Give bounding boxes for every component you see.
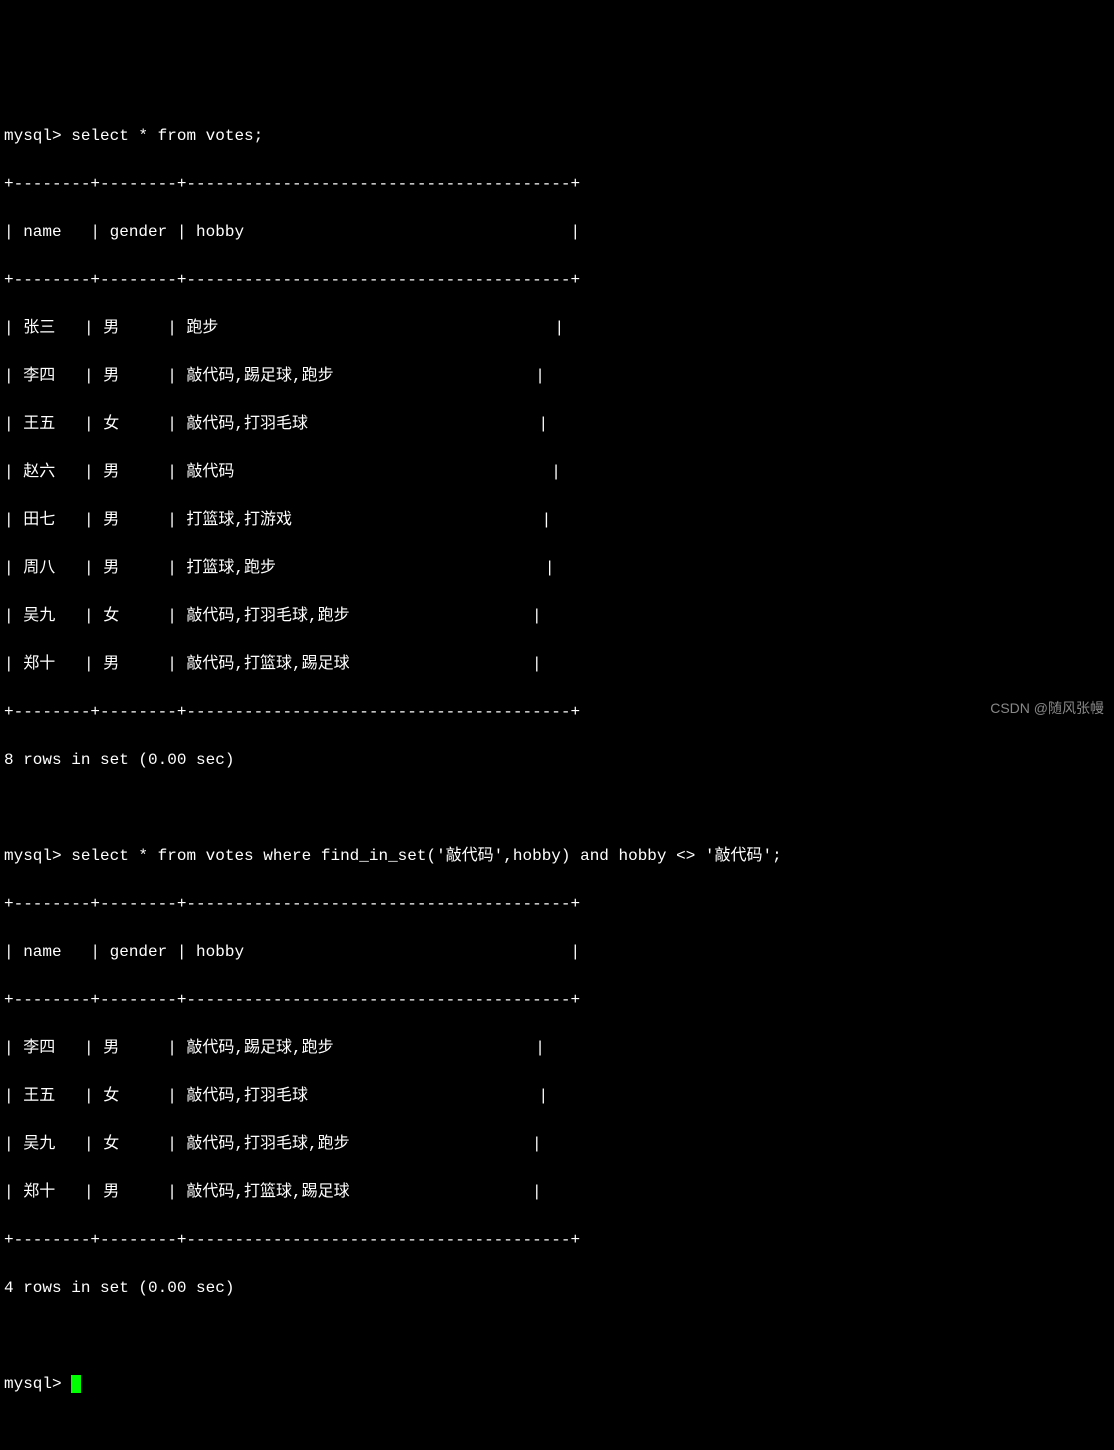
result-status-1: 8 rows in set (0.00 sec) bbox=[4, 748, 1110, 772]
table-separator: +--------+--------+---------------------… bbox=[4, 988, 1110, 1012]
table-row: | 吴九 | 女 | 敲代码,打羽毛球,跑步 | bbox=[4, 1132, 1110, 1156]
active-prompt-line[interactable]: mysql> bbox=[4, 1372, 1110, 1396]
table-row: | 郑十 | 男 | 敲代码,打篮球,踢足球 | bbox=[4, 652, 1110, 676]
terminal-output: mysql> select * from votes; +--------+--… bbox=[4, 100, 1110, 1420]
query-line-1: mysql> select * from votes; bbox=[4, 124, 1110, 148]
table-separator: +--------+--------+---------------------… bbox=[4, 268, 1110, 292]
table-row: | 赵六 | 男 | 敲代码 | bbox=[4, 460, 1110, 484]
table-row: | 李四 | 男 | 敲代码,踢足球,跑步 | bbox=[4, 1036, 1110, 1060]
sql-query-2: select * from votes where find_in_set('敲… bbox=[71, 847, 782, 865]
mysql-prompt: mysql> bbox=[4, 847, 62, 865]
table-row: | 周八 | 男 | 打篮球,跑步 | bbox=[4, 556, 1110, 580]
query-line-2: mysql> select * from votes where find_in… bbox=[4, 844, 1110, 868]
table-row: | 田七 | 男 | 打篮球,打游戏 | bbox=[4, 508, 1110, 532]
table-row: | 王五 | 女 | 敲代码,打羽毛球 | bbox=[4, 412, 1110, 436]
table-separator: +--------+--------+---------------------… bbox=[4, 892, 1110, 916]
table-row: | 王五 | 女 | 敲代码,打羽毛球 | bbox=[4, 1084, 1110, 1108]
table-separator: +--------+--------+---------------------… bbox=[4, 172, 1110, 196]
table-header-row: | name | gender | hobby | bbox=[4, 220, 1110, 244]
blank-line bbox=[4, 1324, 1110, 1348]
table-row: | 张三 | 男 | 跑步 | bbox=[4, 316, 1110, 340]
table-separator: +--------+--------+---------------------… bbox=[4, 700, 1110, 724]
table-separator: +--------+--------+---------------------… bbox=[4, 1228, 1110, 1252]
table-row: | 吴九 | 女 | 敲代码,打羽毛球,跑步 | bbox=[4, 604, 1110, 628]
table-row: | 郑十 | 男 | 敲代码,打篮球,踢足球 | bbox=[4, 1180, 1110, 1204]
sql-query-1: select * from votes; bbox=[71, 127, 263, 145]
table-header-row: | name | gender | hobby | bbox=[4, 940, 1110, 964]
mysql-prompt: mysql> bbox=[4, 127, 62, 145]
result-status-2: 4 rows in set (0.00 sec) bbox=[4, 1276, 1110, 1300]
blank-line bbox=[4, 796, 1110, 820]
watermark-text: CSDN @随风张幔 bbox=[990, 698, 1104, 719]
table-row: | 李四 | 男 | 敲代码,踢足球,跑步 | bbox=[4, 364, 1110, 388]
cursor-icon bbox=[71, 1375, 81, 1393]
mysql-prompt: mysql> bbox=[4, 1375, 62, 1393]
